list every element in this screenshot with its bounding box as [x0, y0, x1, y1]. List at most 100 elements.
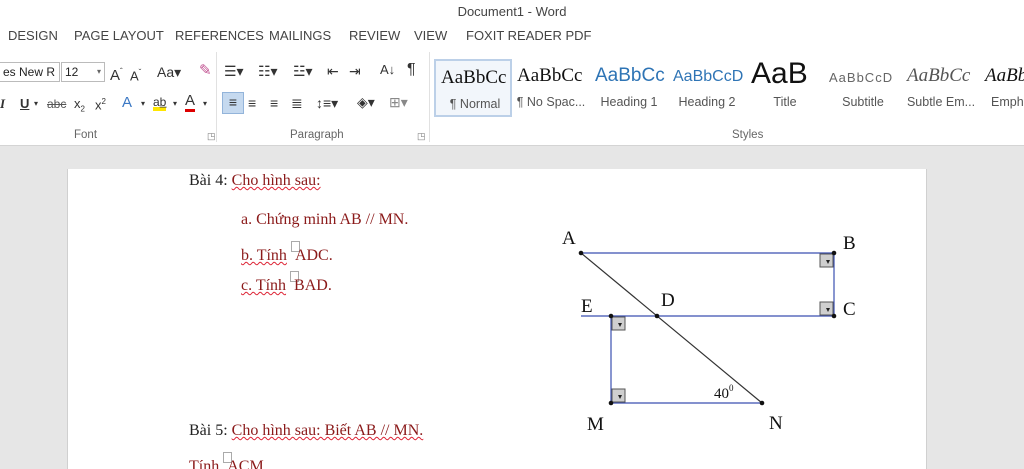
font-group-label: Font	[74, 129, 98, 141]
borders-icon[interactable]: ⊞▾	[389, 93, 408, 111]
align-right-icon[interactable]: ≡	[270, 94, 278, 112]
label-n: N	[769, 413, 783, 434]
shrink-font-icon[interactable]: Aˇ	[130, 64, 141, 85]
label-e: E	[581, 296, 593, 317]
style-preview: AaB	[751, 59, 808, 90]
chevron-down-icon[interactable]: ▾	[141, 95, 145, 113]
style-name: Subtitle	[842, 95, 884, 109]
style-name: Subtle Em...	[906, 95, 976, 109]
align-center-icon[interactable]: ≡	[248, 94, 256, 112]
chevron-down-icon[interactable]: ▾	[173, 95, 177, 113]
justify-icon[interactable]: ≣	[291, 94, 303, 112]
angle-unit: 0	[729, 383, 734, 393]
style-name: Heading 1	[600, 95, 658, 109]
paragraph-group-label: Paragraph	[290, 129, 344, 141]
style-subtitle[interactable]: AaBbCcD Subtitle	[824, 59, 902, 117]
document-area: Bài 4: Cho hình sau: a. Chứng minh AB //…	[0, 147, 1024, 469]
style-preview: AaBbCcD	[673, 68, 744, 85]
label-b: B	[843, 233, 856, 254]
grow-font-icon[interactable]: Aˆ	[110, 63, 123, 85]
style-preview: AaBbCc	[517, 65, 583, 86]
change-case-icon[interactable]: Aa▾	[157, 63, 181, 81]
angle-label-40: 400	[714, 383, 734, 402]
vertex-e	[608, 313, 614, 319]
font-name-box[interactable]: es New R	[0, 62, 60, 82]
style-preview: AaBbCcD	[829, 70, 894, 85]
font-size-box[interactable]: 12 ▾	[61, 62, 105, 82]
tab-design[interactable]: DESIGN	[8, 28, 58, 43]
font-color-icon[interactable]: A	[185, 93, 196, 112]
window-title: Document1 - Word	[457, 4, 567, 19]
multilevel-list-icon[interactable]: ☳▾	[293, 62, 313, 80]
right-angle-marks	[611, 253, 834, 403]
highlight-icon[interactable]: ab̲	[153, 93, 167, 111]
style-no-spacing[interactable]: AaBbCc ¶ No Spac...	[512, 59, 590, 117]
decrease-indent-icon[interactable]: ⇤	[327, 62, 339, 80]
style-name: Emph	[991, 95, 1024, 109]
show-formatting-icon[interactable]: ¶	[407, 61, 416, 79]
label-d: D	[661, 290, 675, 311]
tab-page-layout[interactable]: PAGE LAYOUT	[74, 28, 164, 43]
shading-icon[interactable]: ◈▾	[357, 93, 375, 111]
italic-button[interactable]: I	[0, 95, 5, 113]
chevron-down-icon[interactable]: ▾	[97, 64, 101, 80]
document-page[interactable]: Bài 4: Cho hình sau: a. Chứng minh AB //…	[67, 169, 927, 469]
numbering-icon[interactable]: ☷▾	[258, 62, 278, 80]
chevron-down-icon[interactable]: ▾	[203, 95, 207, 113]
group-divider	[216, 52, 217, 142]
style-name: ¶ No Spac...	[516, 95, 586, 109]
font-size-value: 12	[65, 65, 79, 79]
tab-foxit-reader-pdf[interactable]: FOXIT READER PDF	[466, 28, 591, 43]
style-name: Title	[773, 95, 797, 109]
styles-group-label: Styles	[732, 129, 764, 141]
dialog-launcher-icon[interactable]: ◳	[417, 131, 426, 142]
bullets-icon[interactable]: ☰▾	[224, 62, 244, 80]
dialog-launcher-icon[interactable]: ◳	[207, 131, 216, 142]
style-preview: AaBbCc	[595, 65, 665, 86]
line-spacing-icon[interactable]: ↕≡▾	[316, 94, 338, 112]
vertex-c	[831, 313, 837, 319]
group-divider	[429, 52, 430, 142]
style-subtle-emphasis[interactable]: AaBbCc Subtle Em...	[902, 59, 980, 117]
superscript-button[interactable]: x2	[95, 93, 106, 114]
style-title[interactable]: AaB Title	[746, 59, 824, 117]
align-left-icon[interactable]: ≡	[222, 92, 244, 114]
tab-review[interactable]: REVIEW	[349, 28, 400, 43]
style-name: Heading 2	[678, 95, 736, 109]
clear-formatting-icon[interactable]: ✎	[199, 62, 212, 80]
style-heading-2[interactable]: AaBbCcD Heading 2	[668, 59, 746, 117]
vertex-b	[831, 250, 837, 256]
strikethrough-button[interactable]: abc	[47, 95, 66, 113]
style-normal[interactable]: AaBbCc ¶ Normal	[434, 59, 512, 117]
label-c: C	[843, 299, 856, 320]
right-angle-arrows	[618, 260, 830, 399]
ribbon: es New R 12 ▾ Aˆ Aˇ Aa▾ ✎ I U ▾ abc x2 x…	[0, 50, 1024, 146]
sort-icon[interactable]: A↓	[380, 61, 395, 79]
style-emphasis[interactable]: AaBb Emph	[980, 59, 1024, 117]
geometry-figure: A B C D E M N 400	[562, 228, 856, 435]
angle-value: 40	[714, 386, 729, 402]
style-preview: AaBbCc	[907, 65, 971, 86]
underline-button[interactable]: U	[20, 95, 29, 113]
style-heading-1[interactable]: AaBbCc Heading 1	[590, 59, 668, 117]
label-a: A	[562, 228, 576, 249]
style-name: ¶ Normal	[449, 97, 501, 111]
text-effects-icon[interactable]: A	[122, 94, 132, 112]
segment-an	[580, 252, 763, 404]
ribbon-tabs: DESIGN PAGE LAYOUT REFERENCES MAILINGS R…	[0, 24, 1024, 50]
vertex-a	[578, 250, 584, 256]
increase-indent-icon[interactable]: ⇥	[349, 62, 361, 80]
style-preview: AaBb	[985, 65, 1024, 86]
vertex-n	[759, 400, 765, 406]
label-m: M	[587, 414, 604, 435]
tab-view[interactable]: VIEW	[414, 28, 447, 43]
vertex-m	[608, 400, 614, 406]
chevron-down-icon[interactable]: ▾	[34, 95, 38, 113]
figure-labels: A B C D E M N	[562, 228, 856, 435]
title-bar: Document1 - Word	[0, 0, 1024, 24]
subscript-button[interactable]: x2	[74, 95, 85, 119]
vertex-d	[654, 313, 660, 319]
style-preview: AaBbCc	[441, 67, 507, 88]
tab-references[interactable]: REFERENCES	[175, 28, 264, 43]
tab-mailings[interactable]: MAILINGS	[269, 28, 331, 43]
